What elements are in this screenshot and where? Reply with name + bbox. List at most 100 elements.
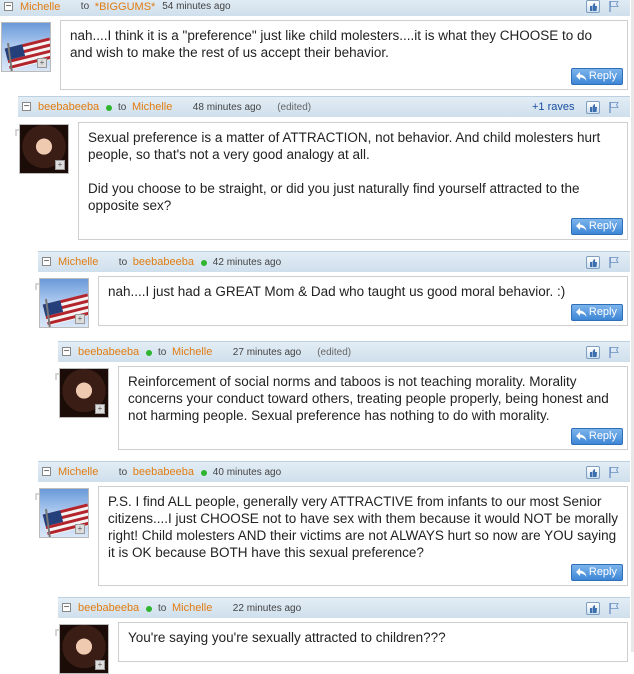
thumb-icon: [590, 103, 597, 112]
recipient-link[interactable]: Michelle: [172, 342, 212, 362]
timestamp: 40 minutes ago: [212, 467, 282, 478]
recipient-link[interactable]: beebabeeba: [133, 462, 194, 482]
comment-text: Sexual preference is a matter of ATTRACT…: [88, 130, 601, 162]
comment-header: − beebabeeba to Michelle 27 minutes ago (edit…: [58, 341, 630, 362]
comment-text: Reinforcement of social norms and taboos…: [128, 374, 609, 423]
author-link[interactable]: Michelle: [58, 462, 98, 482]
comment-body: nah....I think it is a "preference" just…: [60, 20, 628, 90]
flag-icon[interactable]: [608, 256, 620, 269]
author-link[interactable]: Michelle: [20, 0, 60, 16]
timestamp: 27 minutes ago: [232, 347, 302, 358]
comment-text: You're saying you're sexually attracted …: [128, 630, 446, 645]
comment-header: − beebabeeba to Michelle 48 minutes ago (edit…: [18, 96, 630, 117]
timestamp: 42 minutes ago: [212, 257, 282, 268]
rave-button[interactable]: [586, 255, 600, 269]
avatar-expand-icon[interactable]: +: [95, 404, 105, 414]
timestamp: 54 minutes ago: [162, 1, 231, 12]
reply-icon: [576, 568, 587, 577]
reply-icon: [576, 308, 587, 317]
raves-count[interactable]: +1 raves: [532, 97, 575, 117]
author-link[interactable]: beebabeeba: [38, 97, 99, 117]
comment-header: − Michelle to beebabeeba 40 minutes ago: [38, 461, 630, 482]
edited-label: (edited): [277, 102, 312, 113]
collapse-button[interactable]: −: [22, 102, 31, 112]
recipient-link[interactable]: Michelle: [172, 598, 212, 618]
author-link[interactable]: Michelle: [58, 252, 98, 272]
reply-button[interactable]: Reply: [571, 218, 623, 235]
flag-icon[interactable]: [608, 346, 620, 359]
avatar-expand-icon[interactable]: +: [75, 524, 85, 534]
author-link[interactable]: beebabeeba: [78, 342, 139, 362]
online-status-icon: [106, 104, 112, 111]
edited-label: (edited): [317, 347, 352, 358]
recipient-link[interactable]: beebabeeba: [133, 252, 194, 272]
timestamp: 22 minutes ago: [232, 603, 302, 614]
avatar[interactable]: +: [19, 124, 69, 174]
comment-body: P.S. I find ALL people, generally very A…: [98, 486, 628, 586]
reply-label: Reply: [588, 220, 617, 232]
thumb-icon: [590, 468, 597, 477]
comment-body: Reinforcement of social norms and taboos…: [118, 366, 628, 450]
collapse-button[interactable]: −: [4, 2, 13, 12]
rave-button[interactable]: [586, 100, 600, 114]
comment-header: − Michelle to beebabeeba 42 minutes ago: [38, 251, 630, 272]
thumb-icon: [590, 348, 597, 357]
online-status-icon: [200, 259, 207, 266]
thumb-icon: [590, 258, 597, 267]
avatar[interactable]: +: [59, 368, 109, 418]
avatar-expand-icon[interactable]: +: [95, 660, 105, 670]
reply-button[interactable]: Reply: [571, 304, 623, 321]
collapse-button[interactable]: −: [62, 347, 71, 357]
to-label: to: [118, 102, 127, 113]
online-status-icon: [200, 469, 207, 476]
to-label: to: [118, 467, 128, 478]
reply-label: Reply: [588, 306, 617, 318]
recipient-link[interactable]: *BIGGUMS*: [95, 0, 156, 16]
reply-button[interactable]: Reply: [571, 428, 623, 445]
collapse-button[interactable]: −: [42, 257, 51, 267]
avatar[interactable]: +: [59, 624, 109, 674]
rave-button[interactable]: [586, 0, 600, 13]
reply-label: Reply: [588, 430, 617, 442]
comment-body: nah....I just had a GREAT Mom & Dad who …: [98, 276, 628, 326]
to-label: to: [80, 1, 90, 12]
reply-label: Reply: [588, 70, 617, 82]
rave-button[interactable]: [586, 345, 600, 359]
avatar-expand-icon[interactable]: +: [55, 160, 65, 170]
recipient-link[interactable]: Michelle: [132, 97, 172, 117]
thumb-icon: [590, 3, 597, 11]
comment-text: nah....I just had a GREAT Mom & Dad who …: [108, 284, 566, 299]
reply-icon: [576, 72, 587, 81]
reply-button[interactable]: Reply: [571, 564, 623, 581]
comment-body: You're saying you're sexually attracted …: [118, 622, 628, 662]
rave-button[interactable]: [586, 601, 600, 615]
avatar[interactable]: +: [39, 488, 89, 538]
rave-button[interactable]: [586, 465, 600, 479]
reply-button[interactable]: Reply: [571, 68, 623, 85]
reply-icon: [576, 222, 587, 231]
online-status-icon: [146, 349, 152, 356]
avatar[interactable]: +: [1, 22, 51, 72]
avatar-expand-icon[interactable]: +: [37, 58, 47, 68]
comment-header: − Michelle to *BIGGUMS* 54 minutes ago: [0, 0, 630, 16]
reply-icon: [576, 432, 587, 441]
comment-header: − beebabeeba to Michelle 22 minutes ago: [58, 597, 630, 618]
comment-text: nah....I think it is a "preference" just…: [70, 28, 593, 60]
collapse-button[interactable]: −: [42, 467, 51, 477]
author-link[interactable]: beebabeeba: [78, 598, 139, 618]
comment-text: Did you choose to be straight, or did yo…: [88, 181, 580, 213]
flag-icon[interactable]: [608, 466, 620, 479]
flag-icon[interactable]: [608, 101, 620, 114]
avatar[interactable]: +: [39, 278, 89, 328]
to-label: to: [158, 347, 167, 358]
to-label: to: [118, 257, 128, 268]
flag-icon[interactable]: [608, 0, 620, 13]
online-status-icon: [146, 605, 152, 612]
timestamp: 48 minutes ago: [192, 102, 262, 113]
avatar-expand-icon[interactable]: +: [75, 314, 85, 324]
collapse-button[interactable]: −: [62, 603, 71, 613]
comment-text: P.S. I find ALL people, generally very A…: [108, 494, 618, 560]
thumb-icon: [590, 604, 597, 613]
to-label: to: [158, 603, 167, 614]
flag-icon[interactable]: [608, 602, 620, 615]
